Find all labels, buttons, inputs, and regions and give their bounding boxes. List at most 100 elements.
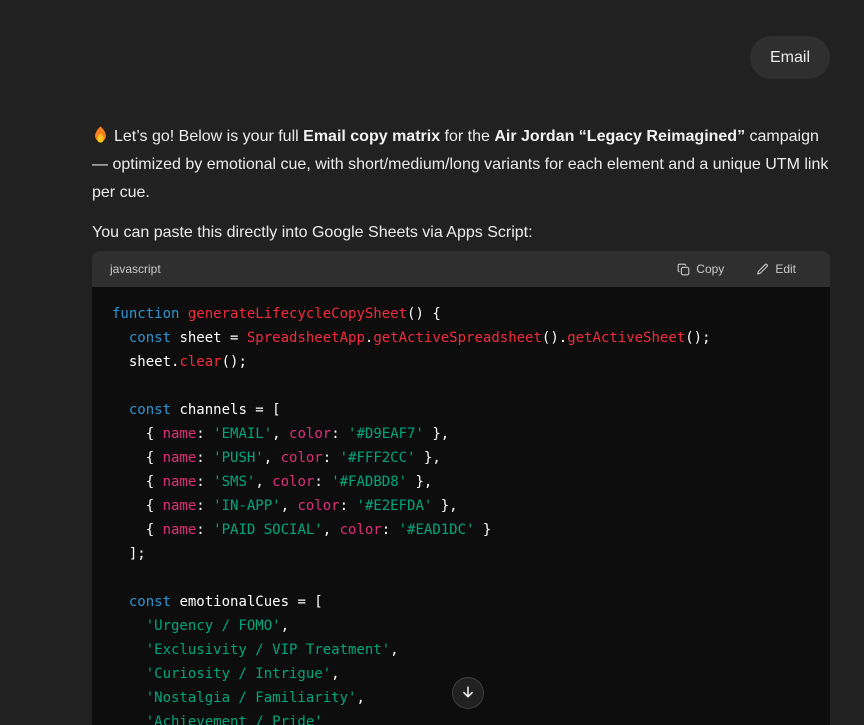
code-token: ,: [281, 618, 289, 634]
code-token: '#EAD1DC': [399, 522, 475, 538]
code-token: {: [112, 498, 163, 514]
code-token: sheet.: [112, 354, 179, 370]
code-token: () {: [407, 306, 441, 322]
user-message-row: Email: [92, 36, 830, 79]
code-token: const: [129, 402, 171, 418]
code-token: },: [407, 474, 432, 490]
code-token: 'Urgency / FOMO': [146, 618, 281, 634]
code-token: :: [314, 474, 331, 490]
code-token: ().: [542, 330, 567, 346]
assistant-text-bold: Air Jordan “Legacy Reimagined”: [494, 128, 745, 145]
code-token: {: [112, 522, 163, 538]
code-token: name: [163, 426, 197, 442]
code-token: [112, 666, 146, 682]
code-token: [112, 618, 146, 634]
code-block: javascript Copy Edit function generateLi…: [92, 251, 830, 725]
code-token: ();: [222, 354, 247, 370]
code-token: [112, 690, 146, 706]
code-token: 'EMAIL': [213, 426, 272, 442]
code-token: :: [196, 426, 213, 442]
code-token: [112, 642, 146, 658]
code-token: {: [112, 474, 163, 490]
edit-button[interactable]: Edit: [756, 262, 796, 276]
assistant-message: Let’s go! Below is your full Email copy …: [92, 123, 830, 725]
code-token: getActiveSheet: [567, 330, 685, 346]
code-token: const: [129, 330, 171, 346]
assistant-text-segment: for the: [440, 128, 494, 145]
code-token: 'PUSH': [213, 450, 264, 466]
code-token: '#FADBD8': [331, 474, 407, 490]
code-token: 'PAID SOCIAL': [213, 522, 323, 538]
user-message-bubble: Email: [750, 36, 830, 79]
assistant-text-bold: Email copy matrix: [303, 128, 440, 145]
code-token: {: [112, 450, 163, 466]
code-token: name: [163, 498, 197, 514]
code-token: 'Exclusivity / VIP Treatment': [146, 642, 390, 658]
code-token: 'SMS': [213, 474, 255, 490]
code-token: name: [163, 450, 197, 466]
code-block-header: javascript Copy Edit: [92, 251, 830, 287]
code-token: [112, 594, 129, 610]
copy-icon: [677, 263, 690, 276]
pencil-icon: [756, 263, 769, 276]
code-token: :: [196, 498, 213, 514]
code-token: },: [424, 426, 449, 442]
code-token: color: [272, 474, 314, 490]
code-token: 'IN-APP': [213, 498, 280, 514]
code-content: function generateLifecycleCopySheet() { …: [92, 287, 830, 725]
edit-button-label: Edit: [775, 262, 796, 276]
code-token: sheet =: [171, 330, 247, 346]
code-token: color: [281, 450, 323, 466]
code-language-label: javascript: [110, 262, 161, 276]
code-token: 'Achievement / Pride': [146, 714, 323, 725]
code-token: :: [382, 522, 399, 538]
code-token: name: [163, 474, 197, 490]
code-token: 'Curiosity / Intrigue': [146, 666, 331, 682]
code-token: 'Nostalgia / Familiarity': [146, 690, 357, 706]
code-token: '#E2EFDA': [356, 498, 432, 514]
code-token: [112, 714, 146, 725]
code-header-actions: Copy Edit: [677, 262, 796, 276]
assistant-paragraph-2: You can paste this directly into Google …: [92, 219, 830, 247]
code-token: '#FFF2CC': [340, 450, 416, 466]
code-token: [112, 330, 129, 346]
code-token: generateLifecycleCopySheet: [188, 306, 407, 322]
down-arrow-icon: [460, 684, 476, 703]
code-token: },: [432, 498, 457, 514]
code-token: const: [129, 594, 171, 610]
code-token: name: [163, 522, 197, 538]
code-token: clear: [179, 354, 221, 370]
chat-thread: Email Let’s go! Below is your full Email…: [92, 0, 830, 725]
code-token: SpreadsheetApp: [247, 330, 365, 346]
code-token: [112, 402, 129, 418]
code-token: ,: [255, 474, 272, 490]
code-token: ,: [390, 642, 398, 658]
code-token: ,: [331, 666, 339, 682]
code-token: :: [323, 450, 340, 466]
code-token: getActiveSpreadsheet: [373, 330, 542, 346]
code-token: color: [340, 522, 382, 538]
code-token: color: [297, 498, 339, 514]
code-token: :: [331, 426, 348, 442]
code-token: ,: [281, 498, 298, 514]
code-token: function: [112, 306, 179, 322]
code-token: ();: [685, 330, 710, 346]
code-token: :: [196, 474, 213, 490]
copy-button-label: Copy: [696, 262, 724, 276]
code-token: [179, 306, 187, 322]
code-token: ,: [323, 522, 340, 538]
code-token: :: [196, 522, 213, 538]
code-token: ,: [264, 450, 281, 466]
code-token: },: [415, 450, 440, 466]
scroll-to-bottom-button[interactable]: [452, 677, 484, 709]
code-token: }: [474, 522, 491, 538]
code-token: :: [196, 450, 213, 466]
code-token: {: [112, 426, 163, 442]
code-token: channels = [: [171, 402, 281, 418]
code-token: color: [289, 426, 331, 442]
code-token: ,: [272, 426, 289, 442]
code-token: :: [340, 498, 357, 514]
assistant-paragraph-1: Let’s go! Below is your full Email copy …: [92, 123, 830, 207]
assistant-text-segment: Let’s go! Below is your full: [114, 128, 303, 145]
copy-button[interactable]: Copy: [677, 262, 724, 276]
